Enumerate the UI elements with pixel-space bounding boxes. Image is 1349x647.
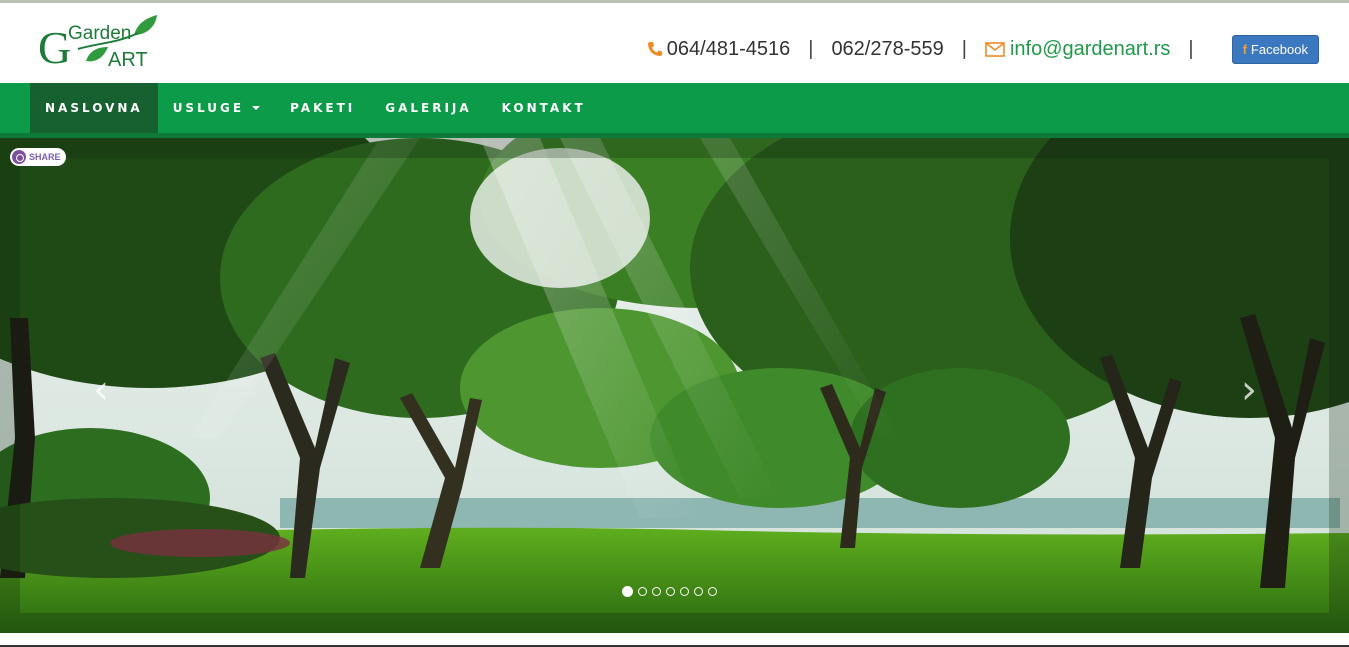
- nav-item-paketi[interactable]: PAKETI: [275, 83, 370, 133]
- slider-prev-button[interactable]: ‹: [86, 370, 116, 410]
- page-bottom-edge: [0, 633, 1349, 647]
- facebook-button[interactable]: f Facebook: [1231, 34, 1319, 64]
- site-header: G Garden ART 064/481-4516 | 062/278-559 …: [0, 3, 1349, 83]
- phone-number-secondary[interactable]: 062/278-559: [831, 38, 943, 61]
- leaf-icon: [86, 47, 108, 62]
- share-label: SHARE: [29, 152, 61, 162]
- leaf-icon: [134, 15, 157, 35]
- viber-share-button[interactable]: SHARE: [10, 148, 66, 166]
- slider-next-button[interactable]: ›: [1234, 370, 1264, 410]
- main-nav: NASLOVNA USLUGE PAKETI GALERIJA KONTAKT: [0, 83, 1349, 133]
- nav-item-galerija[interactable]: GALERIJA: [370, 83, 486, 133]
- slide-indicator[interactable]: [680, 587, 689, 596]
- hero-slider: SHARE ‹ ›: [0, 138, 1349, 633]
- slide-indicator[interactable]: [638, 587, 647, 596]
- header-contacts: 064/481-4516 | 062/278-559 | info@garden…: [647, 34, 1319, 64]
- slide-indicator[interactable]: [694, 587, 703, 596]
- nav-label: USLUGE: [172, 101, 245, 115]
- slide-indicator[interactable]: [652, 587, 661, 596]
- separator: |: [808, 37, 814, 60]
- phone-icon: [647, 41, 663, 57]
- email-link[interactable]: info@gardenart.rs: [1010, 38, 1170, 61]
- nav-label: NASLOVNA: [45, 101, 143, 115]
- facebook-label: Facebook: [1250, 41, 1308, 57]
- slider-indicators: [622, 586, 717, 597]
- logo-top-text: Garden: [68, 23, 131, 44]
- facebook-icon: f: [1242, 41, 1247, 57]
- envelope-icon: [985, 41, 1005, 57]
- slide-indicator[interactable]: [666, 587, 675, 596]
- chevron-right-icon: ›: [1241, 367, 1257, 413]
- nav-label: GALERIJA: [385, 101, 472, 115]
- nav-item-naslovna[interactable]: NASLOVNA: [30, 83, 158, 133]
- slide-image: [0, 138, 1349, 633]
- logo-graphic: G Garden ART: [38, 15, 157, 73]
- caret-down-icon: [252, 106, 261, 110]
- nav-item-usluge[interactable]: USLUGE: [158, 83, 275, 133]
- separator: |: [1188, 37, 1194, 60]
- separator: |: [961, 37, 967, 60]
- viber-icon: [12, 150, 26, 164]
- nav-label: KONTAKT: [501, 101, 586, 115]
- logo-letter: G: [38, 22, 71, 73]
- nav-item-kontakt[interactable]: KONTAKT: [487, 83, 601, 133]
- chevron-left-icon: ‹: [93, 367, 109, 413]
- site-logo[interactable]: G Garden ART: [38, 13, 162, 77]
- logo-bottom-text: ART: [108, 49, 148, 71]
- nav-label: PAKETI: [290, 101, 356, 115]
- slide-indicator[interactable]: [622, 586, 633, 597]
- phone-number-primary[interactable]: 064/481-4516: [667, 38, 790, 61]
- slide-indicator[interactable]: [708, 587, 717, 596]
